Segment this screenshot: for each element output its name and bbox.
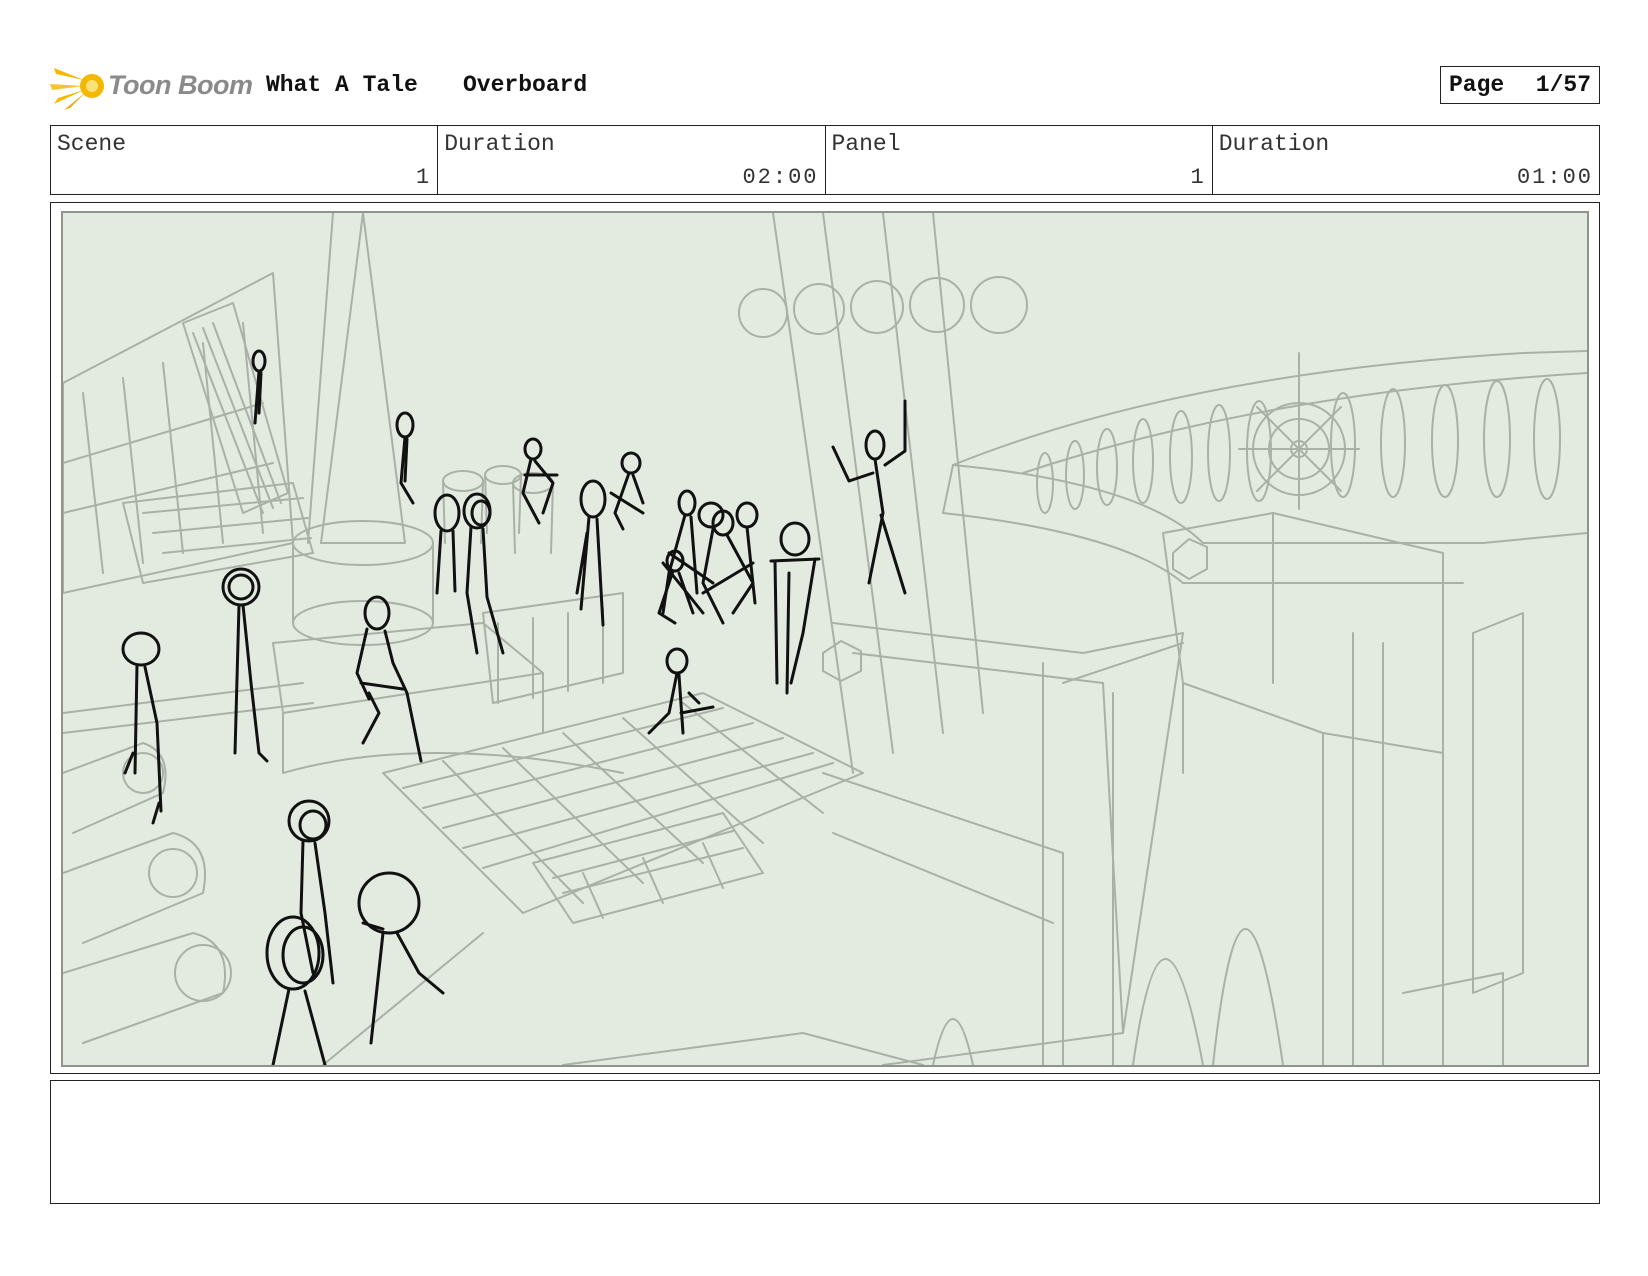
- project-title: What A Tale: [266, 72, 418, 98]
- episode-title: Overboard: [463, 72, 588, 98]
- page-label: Page: [1449, 72, 1505, 98]
- page-indicator: Page 1/57: [1440, 66, 1600, 104]
- stick-figure: [609, 451, 645, 531]
- stick-figure: [647, 647, 715, 735]
- stick-figure: [575, 479, 607, 627]
- panel-value: 1: [1190, 165, 1206, 190]
- scene-duration-value: 02:00: [742, 165, 819, 190]
- scene-duration-cell: Duration 02:00: [438, 126, 826, 194]
- scene-value: 1: [416, 165, 432, 190]
- scene-duration-label: Duration: [444, 131, 555, 157]
- scene-cell: Scene 1: [51, 126, 439, 194]
- toon-boom-logo: Toon Boom: [50, 60, 253, 112]
- page-number: 1/57: [1535, 72, 1591, 98]
- logo-text: Toon Boom: [108, 70, 253, 100]
- info-bar: Scene 1 Duration 02:00 Panel 1 Duration …: [50, 125, 1600, 195]
- panel-cell: Panel 1: [826, 126, 1213, 194]
- ship-deck-background: [63, 213, 1587, 1065]
- starburst-icon: [50, 68, 104, 110]
- storyboard-header: Toon Boom What A Tale Overboard Page 1/5…: [50, 56, 1600, 116]
- stick-figure: [251, 349, 267, 425]
- stick-figure: [121, 631, 163, 825]
- panel-duration-label: Duration: [1218, 131, 1330, 157]
- stick-figure: [697, 501, 759, 625]
- scene-label: Scene: [57, 131, 127, 157]
- stick-figure: [357, 871, 445, 1045]
- panel-notes-box: [50, 1080, 1600, 1204]
- stick-figure: [462, 492, 505, 655]
- stick-figure: [265, 799, 335, 1065]
- stick-figure: [433, 493, 461, 595]
- stick-figure: [355, 595, 423, 763]
- stick-figure: [769, 521, 821, 695]
- ship-deck-sketch: [63, 213, 1587, 1065]
- character-sketches: [121, 349, 907, 1065]
- panel-frame: [50, 202, 1600, 1074]
- panel-label: Panel: [831, 131, 901, 157]
- storyboard-panel-drawing: [61, 211, 1589, 1067]
- stick-figure: [395, 411, 415, 505]
- panel-duration-value: 01:00: [1516, 165, 1593, 190]
- stick-figure: [221, 567, 269, 763]
- panel-duration-cell: Duration 01:00: [1213, 126, 1599, 194]
